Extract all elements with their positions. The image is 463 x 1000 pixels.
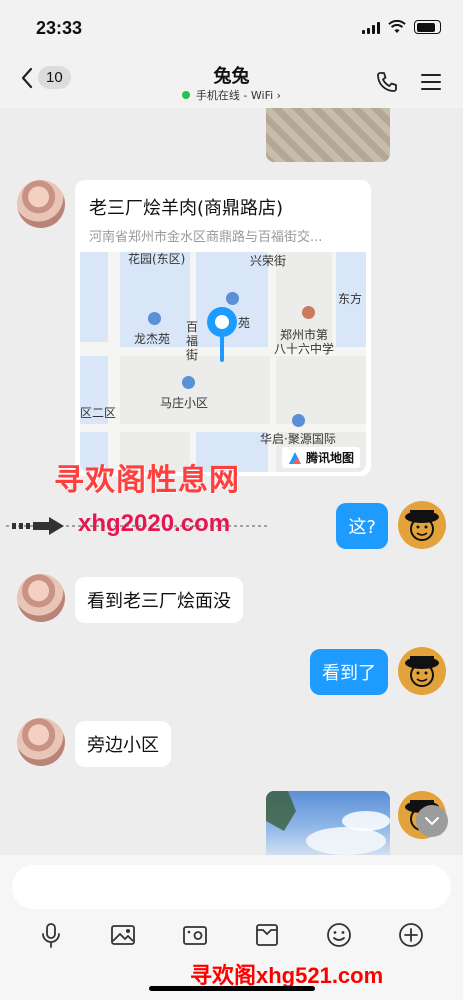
emoji-button[interactable] — [323, 919, 355, 951]
map-label: 兴荣街 — [250, 254, 287, 268]
image-message[interactable] — [266, 108, 390, 162]
luffy-avatar-icon — [405, 510, 439, 541]
camera-icon — [183, 926, 207, 945]
watermark-middle: xhg2020.com — [78, 510, 231, 537]
microphone-icon — [42, 923, 60, 948]
map-label: 八十六中学 — [274, 342, 335, 356]
map-label: 龙杰苑 — [134, 332, 171, 346]
watermark-top: 寻欢阁性息网 — [54, 463, 240, 498]
tencent-map-icon — [288, 451, 301, 464]
voice-button[interactable] — [35, 919, 67, 951]
image-icon — [111, 925, 135, 945]
wifi-icon — [388, 20, 406, 33]
file-button[interactable] — [251, 919, 283, 951]
online-dot-icon — [181, 91, 190, 99]
my-avatar[interactable] — [398, 647, 446, 695]
emoji-icon — [327, 923, 351, 947]
map-preview: 花园(东区) 兴荣街 东方 龙杰苑 百 福 街 苑 郑州市第 八十六中学 马庄小… — [80, 252, 366, 472]
location-card[interactable]: 老三厂烩羊肉(商鼎路店) 河南省郑州市金水区商鼎路与百福街交... 花园(东区)… — [75, 180, 371, 476]
contact-avatar[interactable] — [17, 718, 65, 766]
poi-icon — [148, 312, 161, 325]
outgoing-message[interactable]: 看到了 — [310, 649, 388, 695]
map-provider-name: 腾讯地图 — [305, 451, 354, 465]
online-status-text: 手机在线 - WiFi — [195, 89, 274, 102]
location-title: 老三厂烩羊肉(商鼎路店) — [89, 198, 284, 219]
composer-toolbar — [0, 919, 463, 951]
status-time: 23:33 — [36, 18, 83, 38]
chevron-right-icon: › — [276, 89, 282, 102]
cellular-signal-icon — [362, 21, 380, 34]
luffy-avatar-icon — [405, 656, 439, 687]
header-actions — [375, 70, 443, 94]
incoming-message[interactable]: 旁边小区 — [75, 721, 171, 767]
status-icons — [362, 20, 441, 34]
map-label: 华启·聚源国际 — [260, 432, 336, 446]
incoming-message[interactable]: 看到老三厂烩面没 — [75, 577, 243, 623]
map-label: 花园(东区) — [128, 252, 186, 266]
my-avatar[interactable] — [398, 501, 446, 549]
home-indicator[interactable] — [149, 986, 315, 991]
camera-button[interactable] — [179, 919, 211, 951]
folder-icon — [256, 924, 278, 946]
plus-icon — [399, 923, 423, 947]
image-message[interactable] — [266, 791, 390, 855]
more-button[interactable] — [395, 919, 427, 951]
chat-header: 10 兔兔 手机在线 - WiFi › — [0, 56, 463, 108]
status-bar: 23:33 — [0, 0, 463, 56]
chevron-down-icon — [425, 817, 439, 825]
contact-avatar[interactable] — [17, 574, 65, 622]
poi-icon — [302, 306, 315, 319]
message-input[interactable] — [12, 865, 451, 909]
sky-photo-icon — [266, 791, 390, 855]
map-label: 区二区 — [80, 406, 117, 420]
map-label: 马庄小区 — [160, 396, 209, 410]
map-provider-logo: 腾讯地图 — [281, 447, 360, 468]
phone-call-icon[interactable] — [375, 70, 399, 94]
map-label: 东方 — [338, 292, 363, 306]
outgoing-message[interactable]: 这? — [336, 503, 388, 549]
poi-icon — [182, 376, 195, 389]
contact-avatar[interactable] — [17, 180, 65, 228]
map-pin-icon — [207, 307, 237, 362]
scroll-to-bottom-button[interactable] — [416, 805, 448, 837]
poi-icon — [292, 414, 305, 427]
menu-icon[interactable] — [419, 70, 443, 94]
gallery-button[interactable] — [107, 919, 139, 951]
map-label: 街 — [186, 348, 199, 362]
location-address: 河南省郑州市金水区商鼎路与百福街交... — [89, 230, 323, 245]
battery-icon — [414, 20, 441, 34]
